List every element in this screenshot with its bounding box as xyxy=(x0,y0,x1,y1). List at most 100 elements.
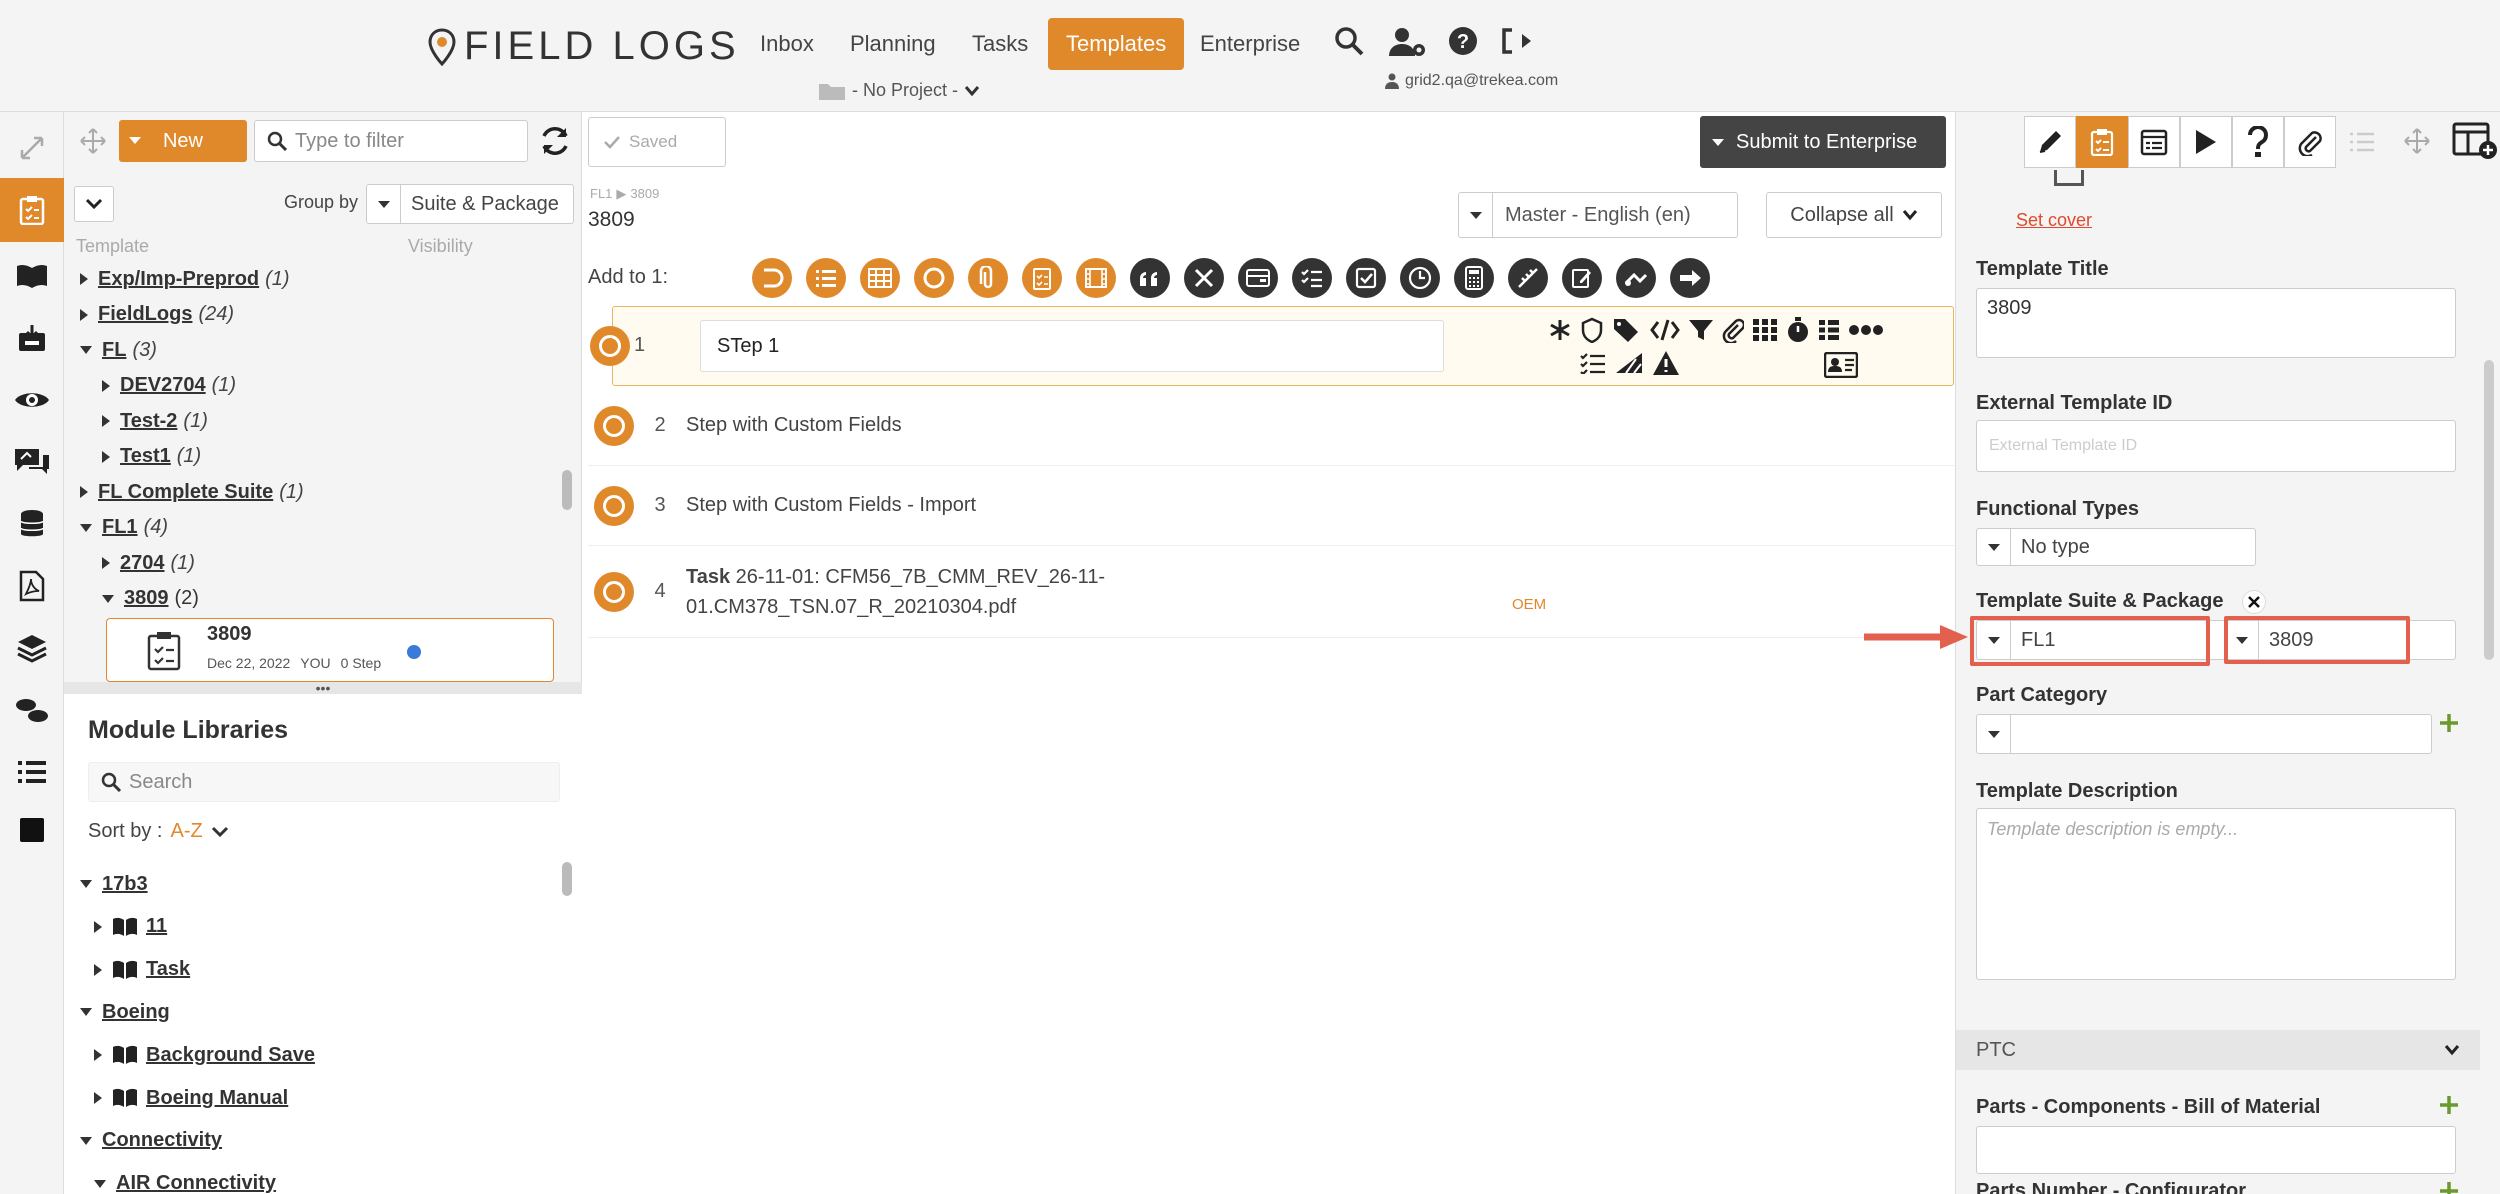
breadcrumb-package[interactable]: 3809 xyxy=(630,186,659,202)
tree-item-label[interactable]: 3809 xyxy=(124,587,169,610)
library-item[interactable]: 11 xyxy=(94,907,167,947)
expand-icon[interactable] xyxy=(0,120,64,176)
part-category-select[interactable] xyxy=(1976,714,2432,754)
caret-down-icon[interactable] xyxy=(94,1179,106,1188)
nav-tasks[interactable]: Tasks xyxy=(954,18,1046,70)
help-icon[interactable]: ? xyxy=(1448,26,1478,56)
add-branch-icon[interactable] xyxy=(1616,258,1656,298)
tree-item[interactable]: 3809 (2) xyxy=(102,582,199,616)
tree-item-label[interactable]: Exp/Imp-Preprod xyxy=(98,268,259,291)
add-measure-icon[interactable] xyxy=(1508,258,1548,298)
add-clock-icon[interactable] xyxy=(1400,258,1440,298)
add-parts-number-icon[interactable] xyxy=(2438,1180,2460,1194)
library-item[interactable]: Boeing Manual xyxy=(94,1078,288,1118)
step-row-3[interactable]: 3 Step with Custom Fields - Import xyxy=(588,466,1954,546)
add-checklist-dark-icon[interactable] xyxy=(1292,258,1332,298)
clear-suite-icon[interactable] xyxy=(2242,590,2266,614)
layers-icon[interactable] xyxy=(0,618,64,678)
inbox-tray-icon[interactable] xyxy=(0,308,64,368)
tree-item-label[interactable]: FL1 xyxy=(102,516,138,539)
library-item[interactable]: Boeing xyxy=(80,992,170,1032)
add-quote-icon[interactable] xyxy=(1130,258,1170,298)
tree-item[interactable]: FL (3) xyxy=(80,333,157,367)
library-item-label[interactable]: Task xyxy=(146,958,190,981)
cover-thumbnail[interactable] xyxy=(2054,170,2084,186)
nav-inbox[interactable]: Inbox xyxy=(742,18,832,70)
caret-down-icon[interactable] xyxy=(102,594,114,603)
caret-right-icon[interactable] xyxy=(102,557,110,569)
notes-icon[interactable] xyxy=(2128,116,2180,168)
saved-status-button[interactable]: Saved xyxy=(588,117,726,167)
add-table-icon[interactable] xyxy=(860,258,900,298)
nav-templates[interactable]: Templates xyxy=(1048,18,1185,70)
tree-scrollbar[interactable] xyxy=(562,470,572,510)
paperclip-tab-icon[interactable] xyxy=(2284,116,2336,168)
filter-input[interactable]: Type to filter xyxy=(254,120,528,162)
tree-item[interactable]: Test1 (1) xyxy=(102,440,201,474)
library-item-label[interactable]: Background Save xyxy=(146,1044,315,1067)
tree-item[interactable]: FL Complete Suite (1) xyxy=(80,475,304,509)
set-cover-link[interactable]: Set cover xyxy=(2016,210,2092,231)
template-tab-icon[interactable] xyxy=(2076,116,2128,168)
move-panel-icon[interactable] xyxy=(2404,128,2430,154)
library-item[interactable]: Background Save xyxy=(94,1035,315,1075)
caret-down-icon[interactable] xyxy=(80,1008,92,1017)
tree-item-label[interactable]: 2704 xyxy=(120,552,165,575)
template-card[interactable]: 3809 Dec 22, 2022 YOU 0 Step xyxy=(106,618,554,682)
eye-icon[interactable] xyxy=(0,370,64,430)
sort-control[interactable]: Sort by : A-Z xyxy=(88,820,229,843)
help-tab-icon[interactable] xyxy=(2232,116,2284,168)
library-item[interactable]: Connectivity xyxy=(80,1121,222,1161)
caret-right-icon[interactable] xyxy=(94,963,102,976)
stop-square-icon[interactable] xyxy=(0,800,64,860)
tree-item[interactable]: FieldLogs (24) xyxy=(80,298,234,332)
add-part-category-icon[interactable] xyxy=(2438,712,2460,734)
tree-item[interactable]: 2704 (1) xyxy=(102,546,195,580)
parts-bom-input[interactable] xyxy=(1976,1126,2456,1174)
library-item[interactable]: 17b3 xyxy=(80,864,148,904)
tree-item[interactable]: FL1 (4) xyxy=(80,511,168,545)
add-checkbox-icon[interactable] xyxy=(1346,258,1386,298)
library-item[interactable]: Task xyxy=(94,950,190,990)
step-row-4[interactable]: 4 Task 26-11-01: CFM56_7B_CMM_REV_26-11-… xyxy=(588,546,1954,638)
ptc-section-header[interactable]: PTC xyxy=(1956,1030,2480,1070)
library-item-label[interactable]: Boeing xyxy=(102,1001,170,1024)
list-icon[interactable] xyxy=(0,742,64,802)
comments-icon[interactable] xyxy=(0,432,64,492)
add-start-icon[interactable] xyxy=(752,258,792,298)
add-card-icon[interactable] xyxy=(1238,258,1278,298)
book-icon[interactable] xyxy=(0,246,64,306)
play-icon[interactable] xyxy=(2180,116,2232,168)
database-icon[interactable] xyxy=(0,494,64,554)
add-tools-icon[interactable] xyxy=(1184,258,1224,298)
submit-to-enterprise-button[interactable]: Submit to Enterprise xyxy=(1700,116,1946,168)
footprints-icon[interactable] xyxy=(0,680,64,740)
tree-item-label[interactable]: FieldLogs xyxy=(98,303,192,326)
caret-right-icon[interactable] xyxy=(80,486,88,498)
caret-right-icon[interactable] xyxy=(102,379,110,392)
module-scrollbar[interactable] xyxy=(562,862,572,896)
pdf-icon[interactable] xyxy=(0,556,64,616)
add-checklist-icon[interactable] xyxy=(1022,258,1062,298)
caret-right-icon[interactable] xyxy=(94,920,102,933)
language-select[interactable]: Master - English (en) xyxy=(1458,192,1738,238)
tree-item[interactable]: Test-2 (1) xyxy=(102,404,208,438)
add-calculator-icon[interactable] xyxy=(1454,258,1494,298)
add-list-icon[interactable] xyxy=(806,258,846,298)
library-item-label[interactable]: 11 xyxy=(146,915,167,938)
library-item-label[interactable]: AIR Connectivity xyxy=(116,1172,276,1194)
caret-down-icon[interactable] xyxy=(80,1136,92,1145)
collapse-all-button[interactable]: Collapse all xyxy=(1766,192,1942,238)
caret-right-icon[interactable] xyxy=(102,450,110,463)
templates-rail-icon[interactable] xyxy=(0,178,64,242)
user-account[interactable]: grid2.qa@trekea.com xyxy=(1385,72,1558,90)
template-title-input[interactable]: 3809 xyxy=(1976,288,2456,358)
caret-down-icon[interactable] xyxy=(80,880,92,888)
library-item-label[interactable]: 17b3 xyxy=(102,873,148,896)
tree-item[interactable]: DEV2704 (1) xyxy=(102,369,236,403)
description-textarea[interactable]: Template description is empty... xyxy=(1976,808,2456,980)
caret-right-icon[interactable] xyxy=(94,1092,102,1104)
caret-right-icon[interactable] xyxy=(80,273,88,285)
tree-item-label[interactable]: DEV2704 xyxy=(120,374,206,397)
functional-types-select[interactable]: No type xyxy=(1976,528,2256,566)
